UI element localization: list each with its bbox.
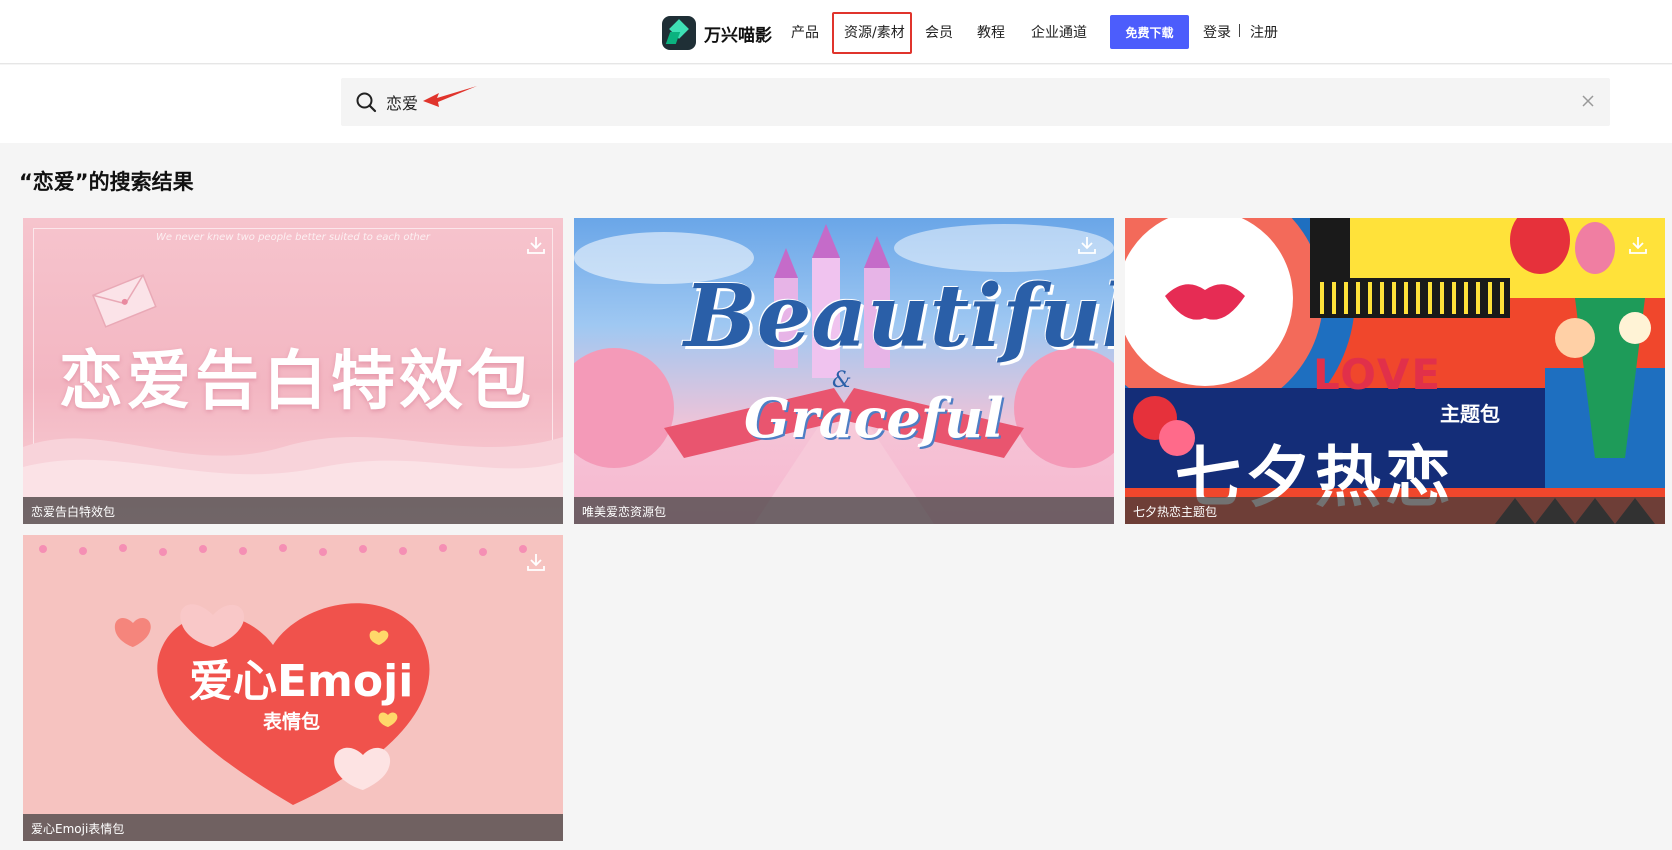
annotation-arrow-icon [423, 86, 477, 107]
results-title: “恋爱”的搜索结果 [19, 170, 194, 194]
free-download-button[interactable]: 免费下载 [1110, 15, 1189, 49]
card-caption: 恋爱告白特效包 [23, 497, 563, 524]
card-caption: 七夕热恋主题包 [1125, 497, 1665, 524]
card-theme-label: 主题包 [1440, 402, 1500, 426]
card-headline: 恋爱告白特效包 [59, 345, 535, 419]
nav-enterprise[interactable]: 企业通道 [1031, 22, 1087, 42]
nav-products[interactable]: 产品 [791, 22, 819, 42]
card-headline: 爱心Emoji [189, 656, 414, 707]
card-tagline: We never knew two people better suited t… [155, 232, 431, 243]
card-subline: Graceful [744, 386, 1004, 450]
download-icon[interactable] [1076, 234, 1098, 256]
brand-logo[interactable]: 万兴喵影 [662, 16, 772, 50]
register-link[interactable]: 注册 [1250, 22, 1278, 42]
auth-divider [1239, 24, 1240, 37]
card-love-label: LOVE [1313, 350, 1443, 399]
search-icon[interactable] [355, 91, 377, 113]
brand-name: 万兴喵影 [704, 25, 772, 46]
card-caption: 唯美爱恋资源包 [574, 497, 1114, 524]
logo-icon [662, 16, 696, 50]
result-card[interactable]: We never knew two people better suited t… [23, 218, 563, 524]
card-subline: 表情包 [263, 711, 321, 733]
result-card[interactable]: 爱心Emoji 表情包 爱心Emoji表情包 [23, 535, 563, 841]
clear-icon[interactable] [1580, 93, 1596, 109]
card-headline: Beautiful [684, 266, 1114, 367]
download-icon[interactable] [1627, 234, 1649, 256]
search-box[interactable] [341, 78, 1610, 126]
top-header: 万兴喵影 产品 资源/素材 会员 教程 企业通道 免费下载 登录 注册 [0, 0, 1672, 64]
login-link[interactable]: 登录 [1203, 22, 1231, 42]
nav-resources[interactable]: 资源/素材 [844, 22, 905, 42]
nav-membership[interactable]: 会员 [925, 22, 953, 42]
result-card[interactable]: LOVE 主题包 七夕热恋 七夕热恋主题包 [1125, 218, 1665, 524]
nav-tutorials[interactable]: 教程 [977, 22, 1005, 42]
search-band [0, 65, 1672, 143]
download-icon[interactable] [525, 551, 547, 573]
result-card[interactable]: Beautiful & Graceful 唯美爱恋资源包 [574, 218, 1114, 524]
envelope-icon [91, 274, 157, 328]
download-icon[interactable] [525, 234, 547, 256]
card-caption: 爱心Emoji表情包 [23, 814, 563, 841]
